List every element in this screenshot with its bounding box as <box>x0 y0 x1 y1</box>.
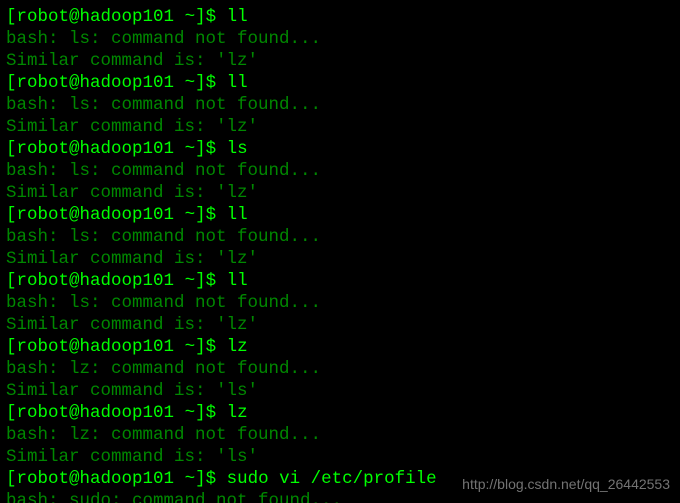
prompt-symbol: $ <box>206 73 227 93</box>
prompt-path: ~ <box>185 469 196 489</box>
terminal-output[interactable]: [robot@hadoop101 ~]$ llbash: ls: command… <box>0 0 680 503</box>
prompt-line: [robot@hadoop101 ~]$ ll <box>6 72 674 94</box>
prompt-user: robot <box>17 7 70 27</box>
prompt-symbol: $ <box>206 403 227 423</box>
prompt-sep <box>174 205 185 225</box>
command-text: ll <box>227 271 248 291</box>
prompt-host: hadoop101 <box>80 271 175 291</box>
prompt-open-bracket: [ <box>6 73 17 93</box>
command-text: ll <box>227 205 248 225</box>
output-message: Similar command is: 'ls' <box>6 380 674 402</box>
output-message: bash: lz: command not found... <box>6 424 674 446</box>
prompt-at: @ <box>69 337 80 357</box>
prompt-at: @ <box>69 469 80 489</box>
prompt-host: hadoop101 <box>80 73 175 93</box>
prompt-user: robot <box>17 403 70 423</box>
prompt-line: [robot@hadoop101 ~]$ ll <box>6 270 674 292</box>
prompt-user: robot <box>17 139 70 159</box>
prompt-close-bracket: ] <box>195 271 206 291</box>
prompt-symbol: $ <box>206 205 227 225</box>
output-message: Similar command is: 'lz' <box>6 50 674 72</box>
prompt-line: [robot@hadoop101 ~]$ lz <box>6 402 674 424</box>
prompt-host: hadoop101 <box>80 403 175 423</box>
prompt-close-bracket: ] <box>195 7 206 27</box>
prompt-sep <box>174 403 185 423</box>
prompt-line: [robot@hadoop101 ~]$ sudo vi /etc/profil… <box>6 468 674 490</box>
command-text: ls <box>227 139 248 159</box>
prompt-at: @ <box>69 205 80 225</box>
output-message: bash: ls: command not found... <box>6 160 674 182</box>
command-text: lz <box>227 337 248 357</box>
prompt-user: robot <box>17 469 70 489</box>
output-message: bash: ls: command not found... <box>6 94 674 116</box>
prompt-close-bracket: ] <box>195 205 206 225</box>
prompt-path: ~ <box>185 73 196 93</box>
prompt-symbol: $ <box>206 271 227 291</box>
prompt-user: robot <box>17 271 70 291</box>
prompt-sep <box>174 73 185 93</box>
prompt-path: ~ <box>185 337 196 357</box>
output-message: bash: sudo: command not found... <box>6 490 674 503</box>
prompt-symbol: $ <box>206 7 227 27</box>
prompt-open-bracket: [ <box>6 403 17 423</box>
prompt-open-bracket: [ <box>6 7 17 27</box>
prompt-sep <box>174 337 185 357</box>
prompt-path: ~ <box>185 139 196 159</box>
prompt-open-bracket: [ <box>6 139 17 159</box>
prompt-line: [robot@hadoop101 ~]$ ll <box>6 204 674 226</box>
prompt-user: robot <box>17 73 70 93</box>
command-text: sudo vi /etc/profile <box>227 469 437 489</box>
prompt-at: @ <box>69 403 80 423</box>
command-text: ll <box>227 7 248 27</box>
prompt-at: @ <box>69 139 80 159</box>
prompt-path: ~ <box>185 403 196 423</box>
prompt-close-bracket: ] <box>195 73 206 93</box>
prompt-symbol: $ <box>206 469 227 489</box>
prompt-host: hadoop101 <box>80 205 175 225</box>
prompt-user: robot <box>17 205 70 225</box>
output-message: Similar command is: 'lz' <box>6 248 674 270</box>
prompt-open-bracket: [ <box>6 271 17 291</box>
prompt-host: hadoop101 <box>80 139 175 159</box>
output-message: Similar command is: 'lz' <box>6 116 674 138</box>
prompt-sep <box>174 7 185 27</box>
prompt-host: hadoop101 <box>80 469 175 489</box>
command-text: lz <box>227 403 248 423</box>
prompt-open-bracket: [ <box>6 337 17 357</box>
output-message: Similar command is: 'lz' <box>6 314 674 336</box>
output-message: bash: ls: command not found... <box>6 292 674 314</box>
prompt-sep <box>174 271 185 291</box>
prompt-at: @ <box>69 73 80 93</box>
prompt-sep <box>174 139 185 159</box>
output-message: bash: lz: command not found... <box>6 358 674 380</box>
prompt-path: ~ <box>185 7 196 27</box>
prompt-close-bracket: ] <box>195 139 206 159</box>
output-message: bash: ls: command not found... <box>6 226 674 248</box>
prompt-user: robot <box>17 337 70 357</box>
prompt-line: [robot@hadoop101 ~]$ lz <box>6 336 674 358</box>
prompt-close-bracket: ] <box>195 403 206 423</box>
prompt-close-bracket: ] <box>195 337 206 357</box>
prompt-symbol: $ <box>206 337 227 357</box>
prompt-host: hadoop101 <box>80 7 175 27</box>
prompt-line: [robot@hadoop101 ~]$ ll <box>6 6 674 28</box>
prompt-close-bracket: ] <box>195 469 206 489</box>
output-message: Similar command is: 'lz' <box>6 182 674 204</box>
prompt-symbol: $ <box>206 139 227 159</box>
prompt-path: ~ <box>185 205 196 225</box>
output-message: bash: ls: command not found... <box>6 28 674 50</box>
prompt-at: @ <box>69 271 80 291</box>
prompt-line: [robot@hadoop101 ~]$ ls <box>6 138 674 160</box>
prompt-open-bracket: [ <box>6 469 17 489</box>
prompt-sep <box>174 469 185 489</box>
prompt-at: @ <box>69 7 80 27</box>
prompt-host: hadoop101 <box>80 337 175 357</box>
output-message: Similar command is: 'ls' <box>6 446 674 468</box>
prompt-path: ~ <box>185 271 196 291</box>
prompt-open-bracket: [ <box>6 205 17 225</box>
command-text: ll <box>227 73 248 93</box>
